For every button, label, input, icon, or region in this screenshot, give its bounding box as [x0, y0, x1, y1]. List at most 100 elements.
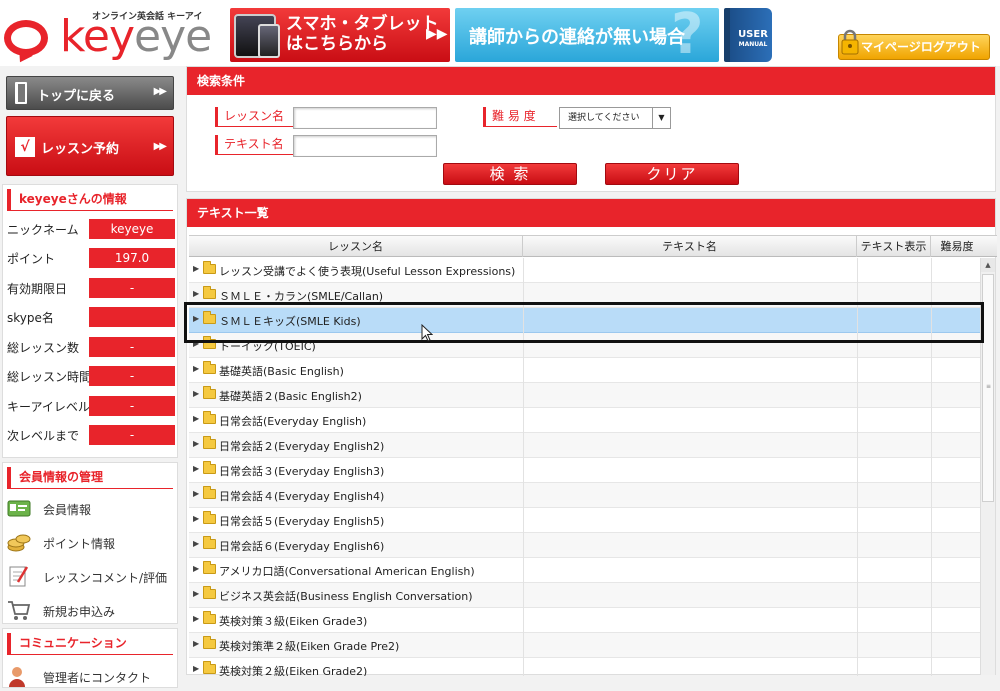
scrollbar-thumb[interactable]: ≡ — [982, 274, 994, 502]
coins-icon — [7, 534, 31, 552]
sidebar-item-label: レッスンコメント/評価 — [43, 571, 168, 585]
cell-divider — [931, 633, 932, 658]
text-list-scrollbar[interactable]: ▲ ≡ — [980, 258, 995, 675]
text-list-row[interactable]: ▶ ＳＭＬＥ・カラン(SMLE/Callan) — [189, 283, 981, 308]
text-list-row[interactable]: ▶ 英検対策２級(Eiken Grade2) — [189, 658, 981, 676]
difficulty-select[interactable]: 選択してください ▼ — [559, 107, 671, 129]
column-text-display[interactable]: テキスト表示 — [857, 236, 931, 257]
expand-arrow-icon[interactable]: ▶ — [193, 314, 199, 323]
expand-arrow-icon[interactable]: ▶ — [193, 539, 199, 548]
expand-arrow-icon[interactable]: ▶ — [193, 614, 199, 623]
smartphone-banner-line1: スマホ・タブレット — [286, 14, 439, 34]
text-list-row[interactable]: ▶ 日常会話５(Everyday English5) — [189, 508, 981, 533]
info-value: - — [89, 337, 175, 357]
lesson-reservation-button[interactable]: √ レッスン予約 ▶▶ — [6, 116, 174, 176]
sidebar-item-new-application[interactable]: 新規お申込み — [7, 595, 175, 625]
column-text-name[interactable]: テキスト名 — [523, 236, 857, 257]
lesson-name-cell: 基礎英語２(Basic English2) — [219, 390, 362, 403]
sidebar-item-lesson-comment[interactable]: レッスンコメント/評価 — [7, 561, 175, 591]
cell-divider — [931, 383, 932, 408]
expand-arrow-icon[interactable]: ▶ — [193, 664, 199, 673]
user-info-box: keyeyeさんの情報 ニックネーム keyeye ポイント 197.0 有効期… — [2, 184, 178, 458]
lesson-name-cell: 英検対策２級(Eiken Grade2) — [219, 665, 368, 676]
text-list-row[interactable]: ▶ 日常会話３(Everyday English3) — [189, 458, 981, 483]
text-list-row[interactable]: ▶ ビジネス英会話(Business English Conversation) — [189, 583, 981, 608]
expand-arrow-icon[interactable]: ▶ — [193, 589, 199, 598]
smartphone-banner[interactable]: スマホ・タブレット はこちらから ▶▶ — [230, 8, 450, 62]
info-row-level: キーアイレベル - — [7, 396, 175, 416]
expand-arrow-icon[interactable]: ▶ — [193, 564, 199, 573]
cell-divider — [523, 283, 524, 308]
lesson-name-cell: 日常会話３(Everyday English3) — [219, 465, 385, 478]
back-to-top-label: トップに戻る — [37, 89, 116, 104]
user-info-title: keyeyeさんの情報 — [7, 189, 173, 211]
lesson-name-cell: 日常会話２(Everyday English2) — [219, 440, 385, 453]
expand-arrow-icon[interactable]: ▶ — [193, 639, 199, 648]
member-management-box: 会員情報の管理 会員情報 ポイント情報 レッスンコメント/評価 新規お申込み — [2, 462, 178, 624]
info-row-next-level: 次レベルまで - — [7, 425, 175, 445]
expand-arrow-icon[interactable]: ▶ — [193, 289, 199, 298]
text-list-row[interactable]: ▶ 日常会話(Everyday English) — [189, 408, 981, 433]
search-button[interactable]: 検 索 — [443, 163, 577, 185]
folder-icon — [203, 261, 216, 274]
folder-icon — [203, 611, 216, 624]
expand-arrow-icon[interactable]: ▶ — [193, 414, 199, 423]
cell-divider — [931, 658, 932, 676]
keyeye-logo[interactable]: オンライン英会話 キーアイ keyeye — [0, 6, 228, 64]
expand-arrow-icon[interactable]: ▶ — [193, 339, 199, 348]
expand-arrow-icon[interactable]: ▶ — [193, 264, 199, 273]
text-list-row[interactable]: ▶ 英検対策３級(Eiken Grade3) — [189, 608, 981, 633]
text-list-row[interactable]: ▶ レッスン受講でよく使う表現(Useful Lesson Expressions… — [189, 258, 981, 283]
expand-arrow-icon[interactable]: ▶ — [193, 439, 199, 448]
smartphone-banner-text: スマホ・タブレット はこちらから — [286, 14, 439, 54]
mouse-cursor-icon — [421, 324, 433, 342]
no-contact-banner[interactable]: ? 講師からの連絡が無い場合 — [455, 8, 719, 62]
text-list-row[interactable]: ▶ 日常会話６(Everyday English6) — [189, 533, 981, 558]
sidebar-item-contact-admin[interactable]: 管理者にコンタクト — [7, 661, 175, 691]
cell-divider — [857, 533, 858, 558]
sidebar-item-label: 管理者にコンタクト — [43, 671, 152, 685]
expand-arrow-icon[interactable]: ▶ — [193, 389, 199, 398]
cell-divider — [523, 383, 524, 408]
text-name-input[interactable] — [293, 135, 437, 157]
expand-arrow-icon[interactable]: ▶ — [193, 514, 199, 523]
cell-divider — [857, 558, 858, 583]
scroll-up-arrow-icon[interactable]: ▲ — [981, 258, 995, 272]
back-to-top-button[interactable]: トップに戻る ▶▶ — [6, 76, 174, 110]
lesson-name-cell: トーイック(TOEIC) — [219, 340, 316, 353]
cell-divider — [857, 633, 858, 658]
sidebar-item-point-info[interactable]: ポイント情報 — [7, 527, 175, 557]
text-list-row[interactable]: ▶ 英検対策準２級(Eiken Grade Pre2) — [189, 633, 981, 658]
text-list-row[interactable]: ▶ 日常会話２(Everyday English2) — [189, 433, 981, 458]
cell-divider — [931, 308, 932, 333]
checkmark-icon: √ — [15, 137, 35, 157]
column-difficulty[interactable]: 難易度 — [931, 236, 983, 257]
folder-icon — [203, 511, 216, 524]
cell-divider — [523, 458, 524, 483]
lesson-name-cell: 英検対策準２級(Eiken Grade Pre2) — [219, 640, 400, 653]
text-list-row[interactable]: ▶ 基礎英語２(Basic English2) — [189, 383, 981, 408]
member-card-icon — [7, 500, 31, 517]
sidebar-item-member-info[interactable]: 会員情報 — [7, 493, 175, 523]
info-row-total-time: 総レッスン時間 - — [7, 366, 175, 386]
clear-button[interactable]: クリア — [605, 163, 739, 185]
cell-divider — [523, 583, 524, 608]
folder-icon — [203, 286, 216, 299]
text-list-row[interactable]: ▶ トーイック(TOEIC) — [189, 333, 981, 358]
cell-divider — [523, 258, 524, 283]
user-manual-book-icon[interactable]: USER MANUAL — [724, 8, 772, 62]
mypage-logout-button[interactable]: マイページログアウト — [838, 29, 990, 60]
expand-arrow-icon[interactable]: ▶ — [193, 464, 199, 473]
info-label: 総レッスン数 — [7, 341, 80, 355]
info-row-skype: skype名 — [7, 307, 175, 327]
column-lesson-name[interactable]: レッスン名 — [189, 236, 523, 257]
manual-label: USER MANUAL — [734, 30, 772, 50]
lesson-name-input[interactable] — [293, 107, 437, 129]
expand-arrow-icon[interactable]: ▶ — [193, 489, 199, 498]
text-list-row[interactable]: ▶ 基礎英語(Basic English) — [189, 358, 981, 383]
expand-arrow-icon[interactable]: ▶ — [193, 364, 199, 373]
text-list-row[interactable]: ▶ アメリカ口語(Conversational American English) — [189, 558, 981, 583]
text-list-row[interactable]: ▶ 日常会話４(Everyday English4) — [189, 483, 981, 508]
text-list-row-selected[interactable]: ▶ ＳＭＬＥキッズ(SMLE Kids) — [189, 308, 981, 333]
folder-icon — [203, 311, 216, 324]
